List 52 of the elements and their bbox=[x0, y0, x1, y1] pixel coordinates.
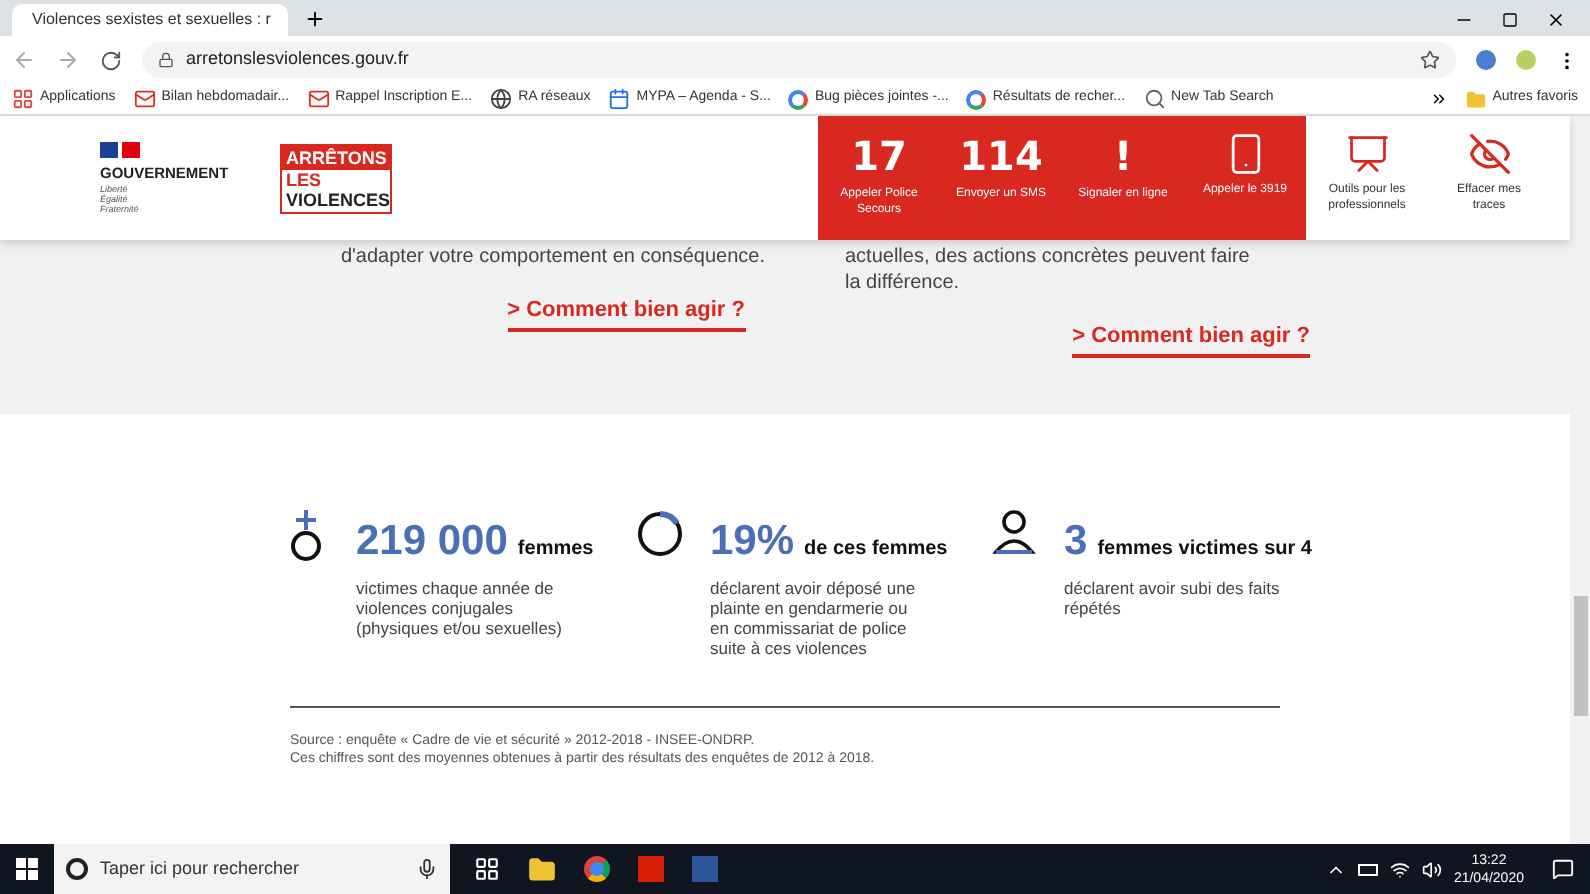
stat-description: déclarent avoir déposé une plainte en gendarmerie ou en commissariat de police suite à ces violences bbox=[710, 577, 918, 657]
reload-icon[interactable] bbox=[100, 49, 122, 71]
browser-tab[interactable]: Violences sexistes et sexuelles : r bbox=[12, 4, 288, 36]
microphone-icon bbox=[416, 858, 438, 880]
bookmark-star-icon[interactable] bbox=[1420, 50, 1440, 70]
exclamation-mark: ! bbox=[1113, 132, 1133, 180]
notifications-icon[interactable] bbox=[1552, 858, 1574, 880]
battery-icon[interactable] bbox=[1357, 863, 1378, 875]
taskbar-search-field[interactable]: Taper ici pour rechercher bbox=[54, 844, 450, 894]
stat-heading: 3 femmes victimes sur 4 bbox=[1064, 516, 1312, 568]
lock-icon bbox=[158, 52, 174, 68]
volume-icon[interactable] bbox=[1421, 859, 1442, 879]
stat-description: déclarent avoir subi des faits répétés bbox=[1064, 577, 1282, 617]
calendar-icon bbox=[608, 88, 631, 110]
url-text: arretonslesviolences.gouv.fr bbox=[186, 46, 409, 73]
search-icon bbox=[1143, 88, 1166, 110]
stat-heading: 219 000 femmes bbox=[356, 516, 594, 568]
google-g-icon bbox=[966, 89, 987, 109]
tab-title: Violences sexistes et sexuelles : r bbox=[32, 8, 271, 32]
eye-crossed-icon bbox=[1467, 132, 1511, 176]
intro-text: d'adapter votre comportement en conséquence. bbox=[340, 244, 765, 270]
extension-icon[interactable] bbox=[1476, 50, 1496, 70]
phone-number: 17 bbox=[851, 132, 907, 180]
chrome-icon[interactable] bbox=[584, 856, 610, 882]
venus-icon bbox=[288, 510, 324, 562]
network-icon[interactable] bbox=[1389, 859, 1410, 879]
maximize-icon[interactable] bbox=[1502, 12, 1518, 28]
phone-number: 114 bbox=[959, 132, 1043, 180]
ring-icon bbox=[636, 510, 684, 558]
intro-text: actuelles, des actions concrètes peuvent faire la différence. bbox=[843, 244, 1252, 296]
campaign-logo[interactable]: ARRÊTONS LES VIOLENCES bbox=[280, 143, 392, 213]
stat-description: victimes chaque année de violences conjugales (physiques et/ou sexuelles) bbox=[356, 577, 565, 637]
file-explorer-icon[interactable] bbox=[528, 855, 556, 883]
comment-bien-agir-link[interactable]: > Comment bien agir ? bbox=[507, 294, 745, 331]
close-icon[interactable] bbox=[1546, 10, 1566, 30]
person-icon bbox=[992, 510, 1036, 554]
cortana-icon bbox=[66, 858, 88, 880]
google-g-icon bbox=[788, 89, 809, 109]
mail-icon bbox=[307, 88, 330, 110]
marianne-flag-icon bbox=[100, 141, 140, 158]
address-bar[interactable]: arretonslesviolences.gouv.fr bbox=[142, 42, 1456, 78]
comment-bien-agir-link[interactable]: > Comment bien agir ? bbox=[1072, 320, 1310, 357]
task-view-icon[interactable] bbox=[474, 856, 500, 882]
mail-icon bbox=[133, 88, 156, 110]
new-tab-icon[interactable] bbox=[304, 8, 326, 30]
more-bookmarks-icon[interactable] bbox=[1430, 90, 1449, 108]
windows-logo-icon[interactable] bbox=[16, 858, 38, 880]
presenter-icon bbox=[1345, 132, 1389, 176]
apps-icon bbox=[12, 88, 34, 110]
stat-heading: 19% de ces femmes bbox=[710, 516, 948, 568]
folder-icon bbox=[1466, 89, 1487, 109]
globe-icon bbox=[490, 88, 513, 110]
